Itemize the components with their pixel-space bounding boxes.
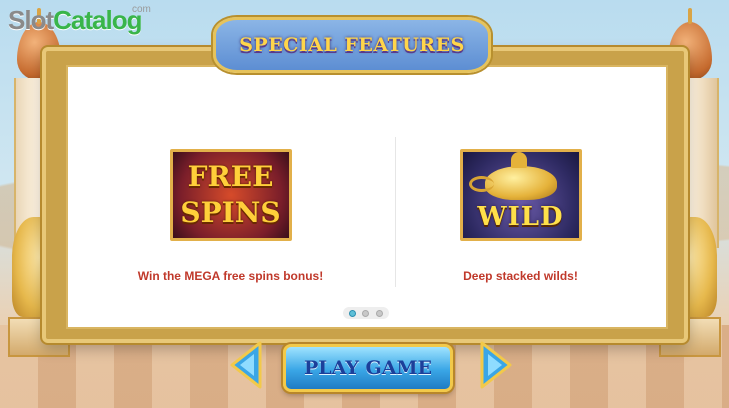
title-banner: SPECIAL FEATURES: [213, 17, 491, 73]
free-spins-caption: Win the MEGA free spins bonus!: [137, 269, 324, 283]
wild-image: WILD: [459, 149, 582, 241]
free-spins-image: FREE SPINS: [169, 149, 292, 241]
free-spins-image-line1: FREE: [187, 160, 274, 193]
prev-page-button[interactable]: [228, 340, 264, 390]
feature-free-spins: FREE SPINS Win the MEGA free spins bonus…: [108, 149, 353, 283]
next-page-button[interactable]: [478, 340, 514, 390]
feature-divider: [395, 137, 396, 287]
page-dot-1[interactable]: [349, 309, 357, 317]
pagination-dots: [343, 307, 389, 319]
logo-suffix: com: [132, 4, 151, 15]
slotcatalog-logo: SlotCatalog com: [8, 4, 151, 36]
play-game-button[interactable]: PLAY GAME: [283, 344, 453, 392]
wild-image-text: WILD: [477, 202, 564, 232]
features-panel: FREE SPINS Win the MEGA free spins bonus…: [42, 47, 688, 343]
page-dot-3[interactable]: [375, 309, 383, 317]
page-dot-2[interactable]: [362, 309, 370, 317]
logo-text-part2: Catalog: [53, 5, 142, 35]
logo-text-part1: Slot: [8, 5, 54, 35]
features-panel-content: FREE SPINS Win the MEGA free spins bonus…: [66, 65, 668, 329]
wild-caption: Deep stacked wilds!: [463, 269, 578, 283]
arrow-left-icon: [230, 341, 262, 389]
page-title: SPECIAL FEATURES: [239, 34, 465, 56]
feature-wild: WILD Deep stacked wilds!: [398, 149, 643, 283]
free-spins-image-line2: SPINS: [180, 196, 281, 229]
arrow-right-icon: [480, 341, 512, 389]
magic-lamp-icon: [468, 152, 557, 200]
